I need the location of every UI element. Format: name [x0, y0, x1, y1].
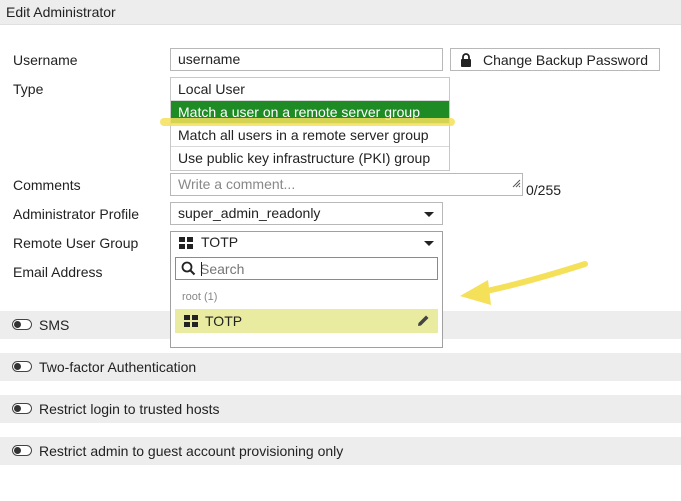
yellow-highlight-underline — [160, 118, 455, 126]
dialog-title: Edit Administrator — [6, 4, 116, 20]
dropdown-search-input[interactable] — [200, 259, 430, 278]
chevron-down-icon — [424, 212, 434, 217]
type-option-match-all-remote[interactable]: Match all users in a remote server group — [171, 124, 449, 147]
two-factor-section: Two-factor Authentication — [0, 353, 681, 381]
dropdown-group-header: root (1) — [182, 291, 218, 303]
comments-label: Comments — [13, 177, 81, 193]
comments-placeholder: Write a comment... — [178, 176, 296, 192]
pencil-icon[interactable] — [417, 314, 430, 330]
guest-provisioning-label: Restrict admin to guest account provisio… — [39, 443, 344, 459]
comments-counter: 0/255 — [526, 182, 562, 198]
grid-icon — [179, 237, 193, 249]
guest-provisioning-toggle[interactable] — [12, 445, 32, 456]
admin-profile-label: Administrator Profile — [13, 206, 140, 222]
sms-label: SMS — [39, 317, 70, 333]
remote-group-value: TOTP — [201, 234, 239, 250]
type-option-local-user[interactable]: Local User — [171, 78, 449, 101]
dropdown-item-label: TOTP — [205, 313, 243, 329]
dropdown-item-totp[interactable]: TOTP — [175, 309, 438, 333]
dialog-titlebar: Edit Administrator — [0, 0, 681, 25]
grid-icon — [184, 315, 198, 327]
remote-group-dropdown: root (1) TOTP — [170, 253, 443, 348]
username-input[interactable]: username — [170, 48, 443, 71]
admin-profile-select[interactable]: super_admin_readonly — [170, 202, 443, 225]
trusted-hosts-section: Restrict login to trusted hosts — [0, 395, 681, 423]
resize-grip-icon[interactable] — [512, 173, 521, 194]
admin-profile-value: super_admin_readonly — [178, 205, 321, 221]
sms-toggle[interactable] — [12, 319, 32, 330]
username-label: Username — [13, 52, 78, 68]
dropdown-search-box[interactable] — [175, 257, 438, 280]
guest-provisioning-section: Restrict admin to guest account provisio… — [0, 437, 681, 465]
two-factor-toggle[interactable] — [12, 361, 32, 372]
change-backup-password-button[interactable]: Change Backup Password — [450, 48, 660, 71]
type-label: Type — [13, 81, 44, 97]
type-option-pki-group[interactable]: Use public key infrastructure (PKI) grou… — [171, 147, 449, 170]
email-label: Email Address — [13, 264, 103, 280]
comments-textarea[interactable]: Write a comment... — [170, 173, 523, 196]
change-backup-password-label: Change Backup Password — [483, 52, 648, 68]
text-cursor — [201, 262, 202, 276]
lock-icon — [460, 53, 472, 70]
chevron-down-icon — [424, 241, 434, 246]
trusted-hosts-toggle[interactable] — [12, 403, 32, 414]
search-icon — [181, 261, 196, 279]
remote-group-label: Remote User Group — [13, 235, 139, 251]
two-factor-label: Two-factor Authentication — [39, 359, 197, 375]
remote-group-select[interactable]: TOTP — [170, 231, 443, 254]
trusted-hosts-label: Restrict login to trusted hosts — [39, 401, 220, 417]
